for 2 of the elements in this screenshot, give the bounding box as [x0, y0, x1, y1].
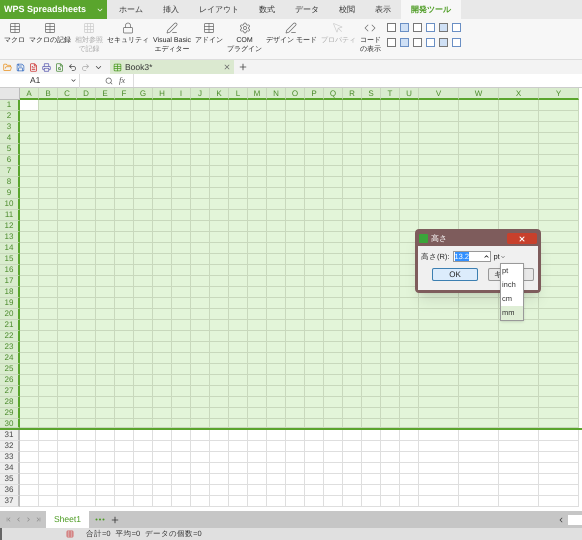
document-title: Book3* — [125, 60, 152, 74]
dialog-title: 高さ — [431, 232, 447, 244]
